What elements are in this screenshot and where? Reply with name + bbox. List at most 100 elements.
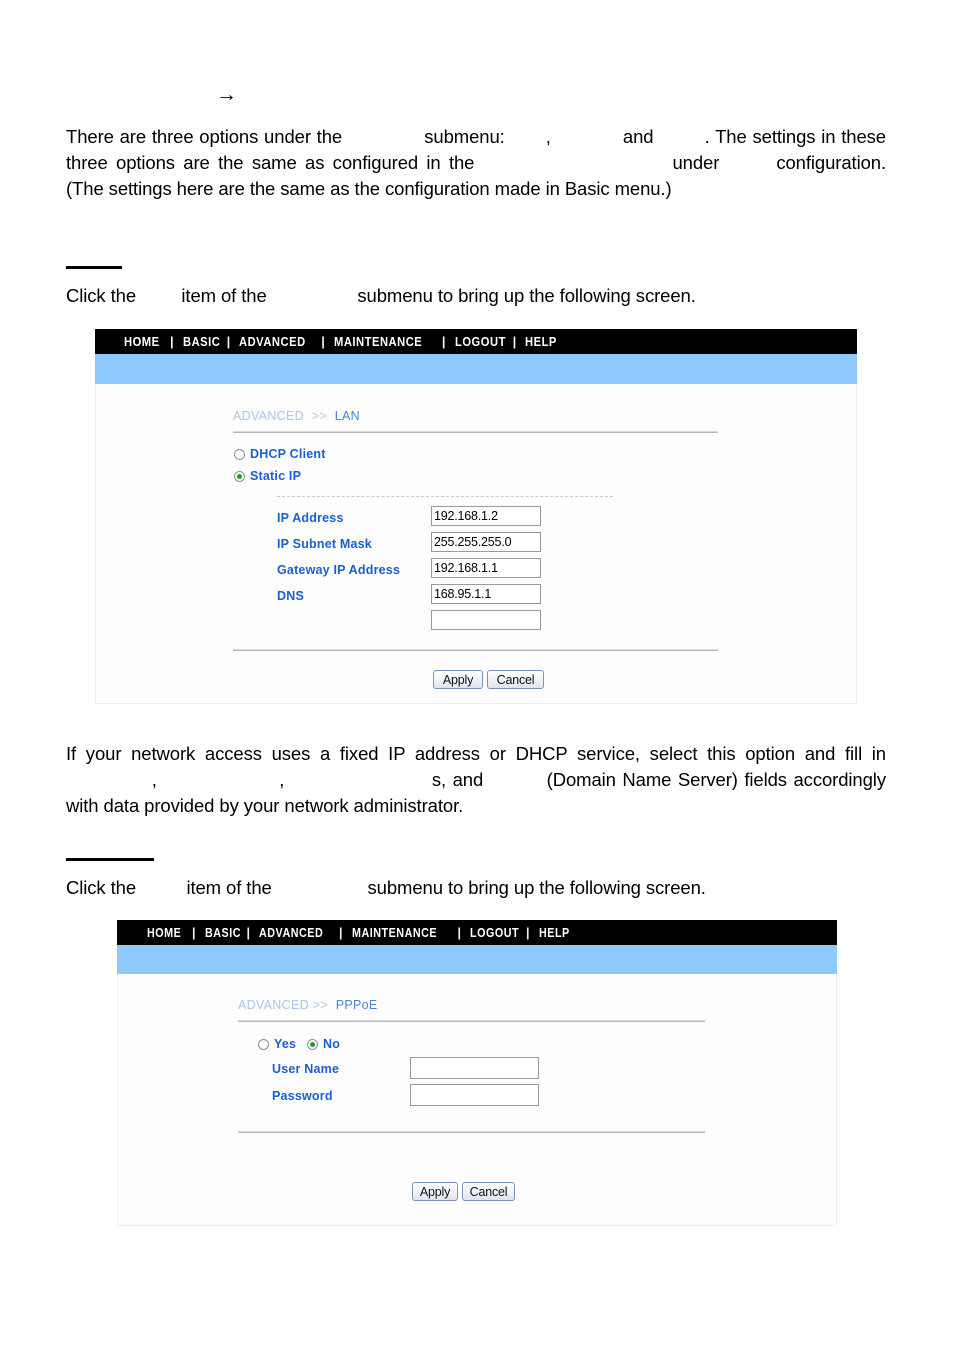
pppoe-click-paragraph: Click the item of the submenu to bring u… bbox=[66, 875, 886, 901]
paragraph-text: item of the bbox=[181, 877, 277, 898]
nav-item-logout[interactable]: LOGOUT bbox=[455, 334, 505, 349]
paragraph-text: Click the bbox=[66, 285, 142, 306]
breadcrumb-separator: >> bbox=[312, 998, 328, 1012]
nav-separator: | bbox=[246, 925, 251, 940]
label-dns: DNS bbox=[277, 589, 304, 603]
lan-screenshot-panel: HOME | BASIC | ADVANCED | MAINTENANCE | … bbox=[95, 329, 857, 704]
radio-dhcp-client-label: DHCP Client bbox=[250, 447, 326, 461]
label-ip-subnet-mask: IP Subnet Mask bbox=[277, 537, 372, 551]
redacted-term bbox=[141, 875, 181, 901]
nav-separator: | bbox=[441, 334, 446, 349]
nav-item-home[interactable]: HOME bbox=[147, 926, 186, 940]
redacted-term bbox=[348, 124, 419, 150]
pppoe-breadcrumb: ADVANCED >> PPPoE bbox=[238, 998, 378, 1012]
lan-breadcrumb: ADVANCED >> LAN bbox=[233, 409, 360, 423]
radio-static-ip[interactable]: Static IP bbox=[234, 469, 301, 483]
radio-dhcp-client-dot[interactable] bbox=[234, 448, 245, 460]
label-gateway-ip-address: Gateway IP Address bbox=[277, 563, 401, 577]
lan-cancel-button[interactable]: Cancel bbox=[487, 670, 544, 689]
paragraph-text: submenu: bbox=[418, 126, 511, 147]
lan-apply-button[interactable]: Apply bbox=[433, 670, 483, 689]
radio-static-ip-label: Static IP bbox=[250, 469, 302, 483]
input-password[interactable] bbox=[410, 1084, 539, 1106]
input-dns-primary[interactable] bbox=[431, 584, 541, 604]
redacted-term bbox=[291, 767, 432, 793]
pppoe-button-divider bbox=[238, 1131, 705, 1133]
lan-button-divider bbox=[233, 649, 718, 651]
paragraph-text: submenu to bring up the following screen… bbox=[352, 285, 696, 306]
redacted-term bbox=[510, 124, 545, 150]
redacted-term bbox=[66, 767, 152, 793]
paragraph-text: , bbox=[545, 126, 557, 147]
input-dns-secondary[interactable] bbox=[431, 610, 541, 630]
pppoe-cancel-button[interactable]: Cancel bbox=[462, 1182, 515, 1201]
paragraph-text: submenu to bring up the following screen… bbox=[362, 877, 706, 898]
static-ip-description-paragraph: If your network access uses a fixed IP a… bbox=[66, 741, 886, 818]
nav-item-advanced[interactable]: ADVANCED bbox=[259, 926, 328, 940]
nav-separator: | bbox=[170, 334, 174, 349]
nav-separator: | bbox=[192, 925, 196, 940]
redacted-term bbox=[728, 150, 768, 176]
radio-static-ip-dot[interactable] bbox=[234, 470, 245, 482]
paragraph-text: If your network access uses a fixed IP a… bbox=[66, 743, 886, 764]
paragraph-text: , bbox=[279, 768, 291, 790]
lan-click-paragraph: Click the item of the submenu to bring u… bbox=[66, 283, 886, 309]
paragraph-text: item of the bbox=[176, 285, 272, 306]
label-ip-address: IP Address bbox=[277, 511, 344, 525]
redacted-term bbox=[141, 283, 176, 309]
nav-separator: | bbox=[512, 334, 517, 349]
nav-separator: | bbox=[457, 925, 462, 940]
input-ip-subnet-mask[interactable] bbox=[431, 532, 541, 552]
nav-separator: | bbox=[226, 334, 231, 349]
intro-paragraph: There are three options under the submen… bbox=[66, 124, 886, 201]
nav-separator: | bbox=[321, 334, 325, 349]
section-arrow-icon: → bbox=[216, 83, 237, 106]
lan-radio-divider bbox=[277, 496, 613, 497]
heading-rule-lan bbox=[66, 266, 122, 269]
pppoe-apply-button[interactable]: Apply bbox=[412, 1182, 458, 1201]
nav-separator: | bbox=[339, 925, 343, 940]
lan-blue-bar bbox=[95, 354, 857, 384]
nav-item-maintenance[interactable]: MAINTENANCE bbox=[352, 926, 443, 940]
nav-item-help[interactable]: HELP bbox=[525, 334, 561, 349]
paragraph-text: under bbox=[664, 151, 728, 173]
breadcrumb-leaf: PPPoE bbox=[335, 998, 378, 1012]
input-ip-address[interactable] bbox=[431, 506, 541, 526]
paragraph-text: , bbox=[151, 768, 164, 790]
radio-pppoe-yes-label: Yes bbox=[274, 1037, 297, 1051]
radio-pppoe-no-dot[interactable] bbox=[307, 1038, 318, 1050]
pppoe-blue-bar bbox=[117, 945, 837, 974]
pppoe-navbar: HOME | BASIC | ADVANCED | MAINTENANCE | … bbox=[117, 920, 837, 945]
input-gateway-ip-address[interactable] bbox=[431, 558, 541, 578]
breadcrumb-root: ADVANCED bbox=[238, 998, 309, 1012]
redacted-term bbox=[277, 875, 363, 901]
lan-breadcrumb-divider bbox=[233, 431, 718, 433]
redacted-term bbox=[659, 124, 704, 150]
nav-item-help[interactable]: HELP bbox=[539, 926, 573, 940]
radio-pppoe-no[interactable]: No bbox=[307, 1037, 340, 1051]
breadcrumb-root: ADVANCED bbox=[233, 409, 304, 423]
label-user-name: User Name bbox=[272, 1062, 340, 1076]
pppoe-breadcrumb-divider bbox=[238, 1020, 705, 1022]
nav-item-basic[interactable]: BASIC bbox=[205, 926, 241, 940]
nav-item-maintenance[interactable]: MAINTENANCE bbox=[334, 334, 427, 349]
redacted-term bbox=[163, 767, 279, 793]
redacted-term bbox=[272, 283, 353, 309]
nav-item-home[interactable]: HOME bbox=[124, 334, 164, 349]
paragraph-text: There are three options under the bbox=[66, 126, 348, 147]
redacted-term bbox=[557, 124, 617, 150]
redacted-term bbox=[490, 767, 540, 793]
breadcrumb-leaf: LAN bbox=[334, 409, 360, 423]
paragraph-text: and bbox=[617, 126, 660, 147]
nav-item-logout[interactable]: LOGOUT bbox=[470, 926, 519, 940]
nav-separator: | bbox=[526, 925, 530, 940]
nav-item-basic[interactable]: BASIC bbox=[183, 334, 221, 349]
paragraph-text: Click the bbox=[66, 877, 142, 898]
radio-pppoe-no-label: No bbox=[323, 1037, 341, 1051]
input-user-name[interactable] bbox=[410, 1057, 539, 1079]
nav-item-advanced[interactable]: ADVANCED bbox=[239, 334, 310, 349]
paragraph-text: s, and bbox=[431, 768, 490, 790]
radio-pppoe-yes[interactable]: Yes bbox=[258, 1037, 296, 1051]
radio-pppoe-yes-dot[interactable] bbox=[258, 1038, 269, 1050]
radio-dhcp-client[interactable]: DHCP Client bbox=[234, 447, 326, 461]
